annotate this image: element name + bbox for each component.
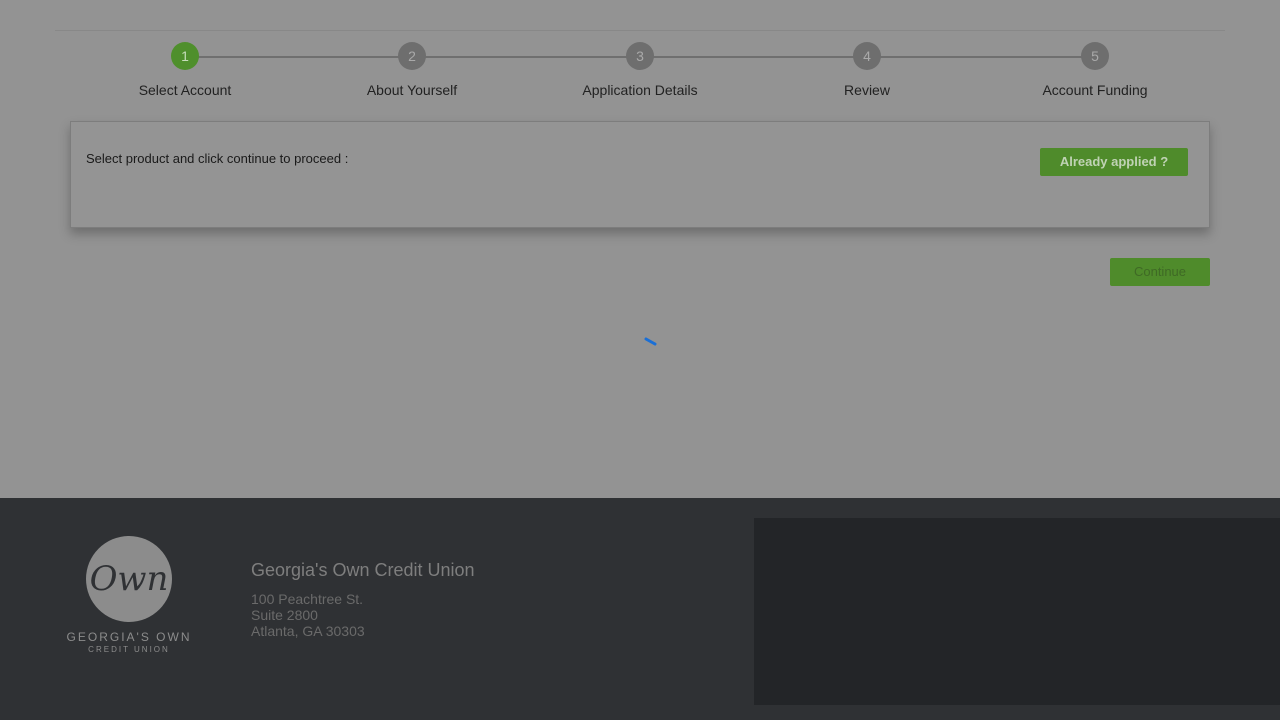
- step-number: 3: [626, 42, 654, 70]
- footer-side-panel: [754, 518, 1280, 705]
- address-block: 100 Peachtree St. Suite 2800 Atlanta, GA…: [251, 591, 365, 639]
- step-number: 2: [398, 42, 426, 70]
- step-label: Account Funding: [1042, 82, 1148, 98]
- step-label: Application Details: [582, 82, 698, 98]
- step-review: 4 Review: [767, 40, 967, 98]
- step-label: Select Account: [138, 82, 232, 98]
- step-number: 4: [853, 42, 881, 70]
- loading-spinner-icon: [643, 334, 659, 350]
- step-application-details: 3 Application Details: [540, 40, 740, 98]
- logo-name: GEORGIA'S OWN: [66, 630, 192, 644]
- step-label: About Yourself: [366, 82, 458, 98]
- credit-union-logo[interactable]: Own GEORGIA'S OWN CREDIT UNION: [62, 536, 196, 654]
- footer: Own GEORGIA'S OWN CREDIT UNION Georgia's…: [0, 498, 1280, 720]
- main-content: 1 Select Account 2 About Yourself 3 Appl…: [0, 0, 1280, 498]
- logo-emblem: Own: [86, 536, 172, 622]
- already-applied-button[interactable]: Already applied ?: [1040, 148, 1188, 176]
- address-line: Atlanta, GA 30303: [251, 623, 365, 639]
- top-divider: [55, 30, 1225, 31]
- step-number: 5: [1081, 42, 1109, 70]
- organization-name: Georgia's Own Credit Union: [251, 560, 475, 580]
- step-account-funding: 5 Account Funding: [995, 40, 1195, 98]
- logo-subtitle: CREDIT UNION: [88, 645, 170, 654]
- progress-stepper: 1 Select Account 2 About Yourself 3 Appl…: [0, 40, 1280, 110]
- step-about-yourself: 2 About Yourself: [312, 40, 512, 98]
- instruction-text: Select product and click continue to pro…: [86, 151, 349, 166]
- address-line: Suite 2800: [251, 607, 318, 623]
- step-label: Review: [844, 82, 890, 98]
- step-number: 1: [171, 42, 199, 70]
- continue-button[interactable]: Continue: [1110, 258, 1210, 286]
- address-line: 100 Peachtree St.: [251, 591, 364, 607]
- page: 1 Select Account 2 About Yourself 3 Appl…: [0, 0, 1280, 720]
- step-select-account: 1 Select Account: [85, 40, 285, 98]
- product-selection-panel: Select product and click continue to pro…: [70, 121, 1210, 228]
